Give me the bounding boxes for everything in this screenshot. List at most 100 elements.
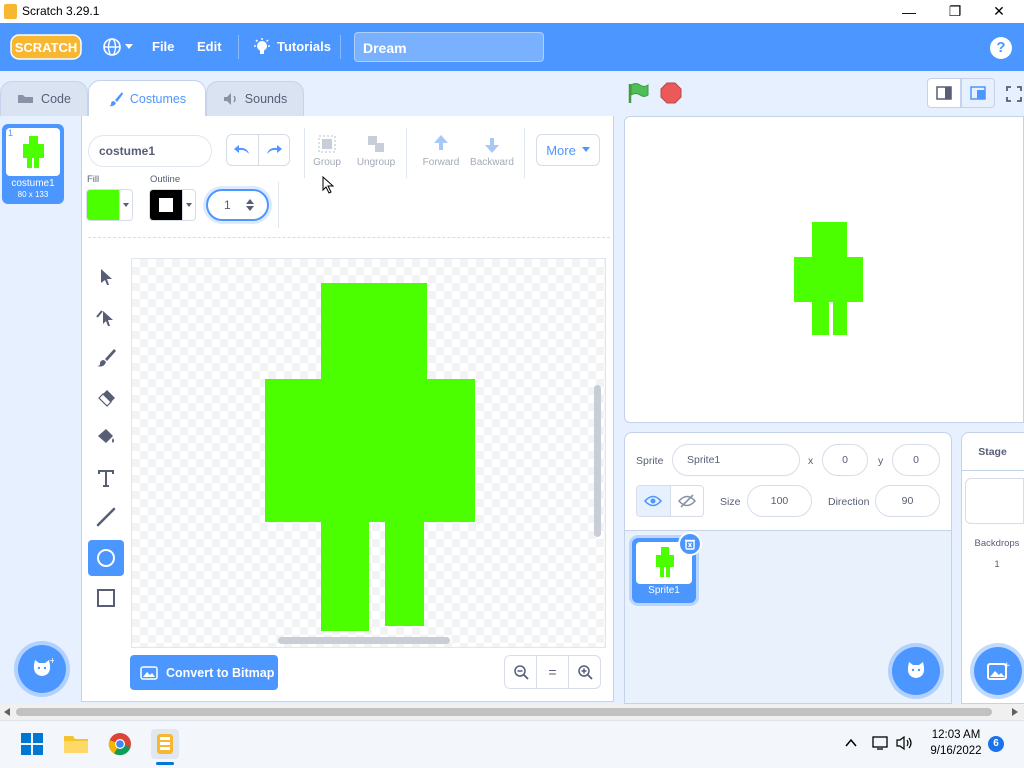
costume-name-label: costume1 <box>11 178 55 189</box>
file-menu[interactable]: File <box>152 37 174 57</box>
sprite-name-label: Sprite <box>636 455 664 467</box>
line-tool[interactable] <box>88 499 124 535</box>
direction-input[interactable]: 90 <box>875 485 940 517</box>
ungroup-button[interactable]: Ungroup <box>351 133 401 173</box>
brush-tool[interactable] <box>88 340 124 376</box>
maximize-button[interactable]: ❐ <box>932 0 978 23</box>
trash-icon <box>685 539 695 550</box>
window-title: Scratch 3.29.1 <box>22 4 100 18</box>
chevron-up-icon[interactable] <box>845 738 857 748</box>
costume-item[interactable]: 1 costume1 80 x 133 <box>2 124 64 204</box>
forward-icon <box>434 135 448 150</box>
canvas-horizontal-scrollbar[interactable] <box>278 637 450 644</box>
zoom-out-icon <box>513 665 529 680</box>
show-sprite-button[interactable] <box>637 486 671 516</box>
fullscreen-button[interactable] <box>1003 80 1024 108</box>
stage-label: Stage <box>961 433 1024 471</box>
close-button[interactable]: ✕ <box>976 0 1022 23</box>
brush-icon <box>97 349 116 367</box>
canvas-vertical-scrollbar[interactable] <box>594 385 601 537</box>
outline-color-picker[interactable] <box>149 189 196 221</box>
undo-button[interactable] <box>227 135 258 165</box>
scratch-logo[interactable]: SCRATCH <box>10 33 82 61</box>
sprite-tile-name: Sprite1 <box>648 585 680 596</box>
stage-thumbnail[interactable] <box>965 478 1024 524</box>
tab-costumes[interactable]: Costumes <box>88 80 206 116</box>
sprite-head <box>321 283 427 380</box>
chrome-button[interactable] <box>107 731 133 757</box>
stroke-width-input[interactable]: 1 <box>206 189 269 221</box>
green-flag-icon[interactable] <box>627 82 651 104</box>
network-icon[interactable] <box>872 735 890 751</box>
clock-date[interactable]: 9/16/2022 <box>924 745 988 757</box>
group-button[interactable]: Group <box>302 133 352 173</box>
delete-sprite-button[interactable] <box>678 532 702 556</box>
circle-tool[interactable] <box>88 540 124 576</box>
project-title-input[interactable]: Dream <box>354 32 544 62</box>
choose-sprite-button[interactable] <box>892 647 940 695</box>
choose-costume-button[interactable]: + <box>18 645 66 693</box>
lightbulb-icon <box>254 38 270 54</box>
window-titlebar: Scratch 3.29.1 — ❐ ✕ <box>0 0 1024 23</box>
text-tool[interactable] <box>88 460 124 496</box>
zoom-controls: = <box>504 655 601 689</box>
clock-time[interactable]: 12:03 AM <box>928 729 984 741</box>
zoom-reset-button[interactable]: = <box>536 656 568 688</box>
stage[interactable] <box>624 116 1024 423</box>
choose-backdrop-button[interactable]: + <box>974 647 1022 695</box>
more-label: More <box>546 142 576 158</box>
eraser-tool[interactable] <box>88 380 124 416</box>
zoom-in-button[interactable] <box>568 656 600 688</box>
rectangle-tool[interactable] <box>88 580 124 616</box>
fill-color-picker[interactable] <box>86 189 133 221</box>
notification-badge[interactable]: 6 <box>988 736 1004 752</box>
tab-sounds[interactable]: Sounds <box>206 81 304 116</box>
scrollbar-thumb[interactable] <box>16 708 992 716</box>
rectangle-icon <box>97 589 115 607</box>
language-menu[interactable] <box>102 36 138 58</box>
forward-button[interactable]: Forward <box>416 133 466 173</box>
sprite-name-input[interactable]: Sprite1 <box>672 444 800 476</box>
fill-tool[interactable] <box>88 419 124 455</box>
chevron-down-icon <box>581 147 590 152</box>
paint-canvas[interactable] <box>131 258 606 648</box>
large-stage-button[interactable] <box>961 78 995 108</box>
sprite-body <box>265 379 475 522</box>
x-input[interactable]: 0 <box>822 444 868 476</box>
scroll-left-icon[interactable] <box>4 708 10 716</box>
more-button[interactable]: More <box>536 134 600 166</box>
svg-text:+: + <box>49 657 54 665</box>
file-explorer-button[interactable] <box>63 731 89 757</box>
eye-slash-icon <box>677 494 696 508</box>
backdrop-add-icon: + <box>987 661 1010 680</box>
stepper-icon[interactable] <box>246 199 254 211</box>
zoom-in-icon <box>577 665 593 680</box>
tab-code[interactable]: Code <box>0 81 88 116</box>
zoom-out-button[interactable] <box>505 656 536 688</box>
scroll-right-icon[interactable] <box>1012 708 1018 716</box>
costume-name-input[interactable] <box>88 135 212 167</box>
window-horizontal-scrollbar[interactable] <box>0 704 1024 720</box>
tutorials-menu[interactable]: Tutorials <box>253 36 331 58</box>
size-input[interactable]: 100 <box>747 485 812 517</box>
costume-thumbnail <box>6 128 60 176</box>
volume-icon[interactable] <box>896 736 914 750</box>
reshape-tool[interactable] <box>88 300 124 336</box>
redo-button[interactable] <box>257 135 290 165</box>
help-button[interactable]: ? <box>990 37 1012 59</box>
minimize-button[interactable]: — <box>886 0 932 23</box>
x-label: x <box>808 455 814 467</box>
hide-sprite-button[interactable] <box>671 486 704 516</box>
edit-menu[interactable]: Edit <box>197 37 222 57</box>
start-button[interactable] <box>19 731 45 757</box>
undo-icon <box>234 145 250 154</box>
backward-button[interactable]: Backward <box>467 133 517 173</box>
scratch-taskbar-button[interactable] <box>151 729 179 759</box>
y-input[interactable]: 0 <box>892 444 940 476</box>
visibility-toggle <box>636 485 704 517</box>
stop-icon[interactable] <box>660 82 682 104</box>
convert-to-bitmap-button[interactable]: Convert to Bitmap <box>130 655 278 690</box>
small-stage-button[interactable] <box>927 78 961 108</box>
select-tool[interactable] <box>88 259 124 295</box>
scratch-app-icon <box>4 4 17 19</box>
